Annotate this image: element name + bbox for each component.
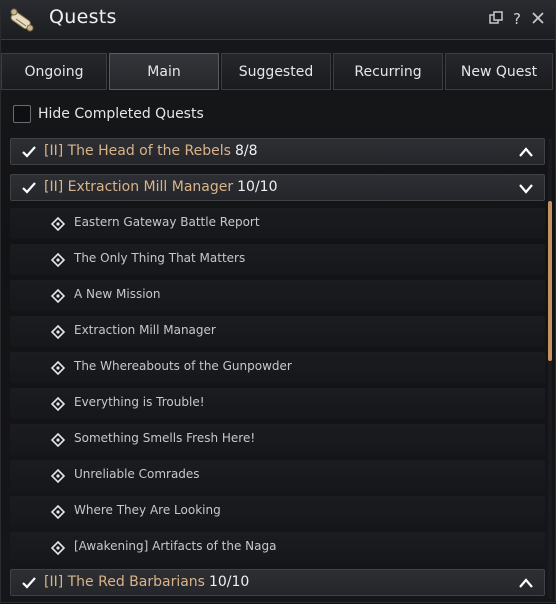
checkmark-icon	[22, 577, 36, 589]
quest-item[interactable]: [Awakening] Artifacts of the Naga	[10, 532, 545, 563]
quest-marker-icon	[51, 361, 65, 375]
quest-item[interactable]: The Only Thing That Matters	[10, 244, 545, 275]
quest-group[interactable]: [II] Extraction Mill Manager 10/10	[10, 174, 545, 201]
quest-group[interactable]: [II] The Red Barbarians 10/10	[10, 569, 545, 596]
close-icon[interactable]	[530, 10, 548, 28]
tab-ongoing[interactable]: Ongoing	[1, 53, 107, 90]
quest-item[interactable]: Unreliable Comrades	[10, 460, 545, 491]
popout-icon[interactable]	[488, 10, 506, 28]
chevron-down-icon[interactable]	[518, 181, 534, 195]
quest-item[interactable]: Where They Are Looking	[10, 496, 545, 527]
quest-item[interactable]: A New Mission	[10, 280, 545, 311]
hide-completed-label: Hide Completed Quests	[38, 106, 204, 122]
scrollbar[interactable]	[548, 139, 552, 599]
quest-marker-icon	[51, 217, 65, 231]
quest-marker-icon	[51, 505, 65, 519]
quest-marker-icon	[51, 469, 65, 483]
tab-suggested[interactable]: Suggested	[221, 53, 331, 90]
quest-group-count: 8/8	[234, 143, 258, 159]
quest-group-title: [II] Extraction Mill Manager 10/10	[44, 179, 278, 195]
quest-item-label: A New Mission	[74, 287, 161, 301]
quest-group-count: 10/10	[208, 574, 250, 590]
quest-item[interactable]: Eastern Gateway Battle Report	[10, 208, 545, 239]
quest-item-label: The Only Thing That Matters	[74, 251, 246, 265]
scrollbar-thumb[interactable]	[548, 201, 552, 361]
quest-item-label: The Whereabouts of the Gunpowder	[74, 359, 292, 373]
quest-marker-icon	[51, 397, 65, 411]
quest-item-label: [Awakening] Artifacts of the Naga	[74, 539, 277, 553]
quest-item-label: Where They Are Looking	[74, 503, 221, 517]
quest-item[interactable]: Extraction Mill Manager	[10, 316, 545, 347]
chevron-up-icon[interactable]	[518, 576, 534, 590]
quest-group-count: 10/10	[237, 179, 278, 195]
quest-list: [II] The Head of the Rebels 8/8 [II] Extr…	[1, 137, 556, 604]
quest-item-label: Extraction Mill Manager	[74, 323, 216, 337]
quest-group[interactable]: [II] The Head of the Rebels 8/8	[10, 138, 545, 165]
quest-item-label: Unreliable Comrades	[74, 467, 200, 481]
quest-item-label: Something Smells Fresh Here!	[74, 431, 256, 445]
quest-group-title: [II] The Head of the Rebels 8/8	[44, 143, 258, 159]
scroll-icon	[10, 8, 34, 32]
tab-main[interactable]: Main	[109, 53, 219, 90]
title-bar[interactable]: Quests ?	[1, 1, 555, 40]
quest-item-label: Everything is Trouble!	[74, 395, 205, 409]
tab-recurring[interactable]: Recurring	[333, 53, 443, 90]
quest-marker-icon	[51, 433, 65, 447]
quest-item[interactable]: Everything is Trouble!	[10, 388, 545, 419]
quest-marker-icon	[51, 253, 65, 267]
tab-bar: Ongoing Main Suggested Recurring New Que…	[1, 53, 555, 91]
quest-marker-icon	[51, 289, 65, 303]
quests-window: Quests ? Ongoing Main Suggested Recurrin…	[0, 0, 556, 603]
quest-group-title: [II] The Red Barbarians 10/10	[44, 574, 250, 590]
quest-item[interactable]: The Whereabouts of the Gunpowder	[10, 352, 545, 383]
quest-item[interactable]: Something Smells Fresh Here!	[10, 424, 545, 455]
quest-marker-icon	[51, 541, 65, 555]
quest-item-label: Eastern Gateway Battle Report	[74, 215, 260, 229]
window-title: Quests	[49, 6, 117, 28]
tab-new-quest[interactable]: New Quest	[445, 53, 553, 90]
checkmark-icon	[22, 182, 36, 194]
help-icon[interactable]: ?	[508, 10, 526, 28]
checkmark-icon	[22, 146, 36, 158]
quest-marker-icon	[51, 325, 65, 339]
hide-completed-checkbox[interactable]	[13, 105, 31, 123]
chevron-up-icon[interactable]	[518, 145, 534, 159]
